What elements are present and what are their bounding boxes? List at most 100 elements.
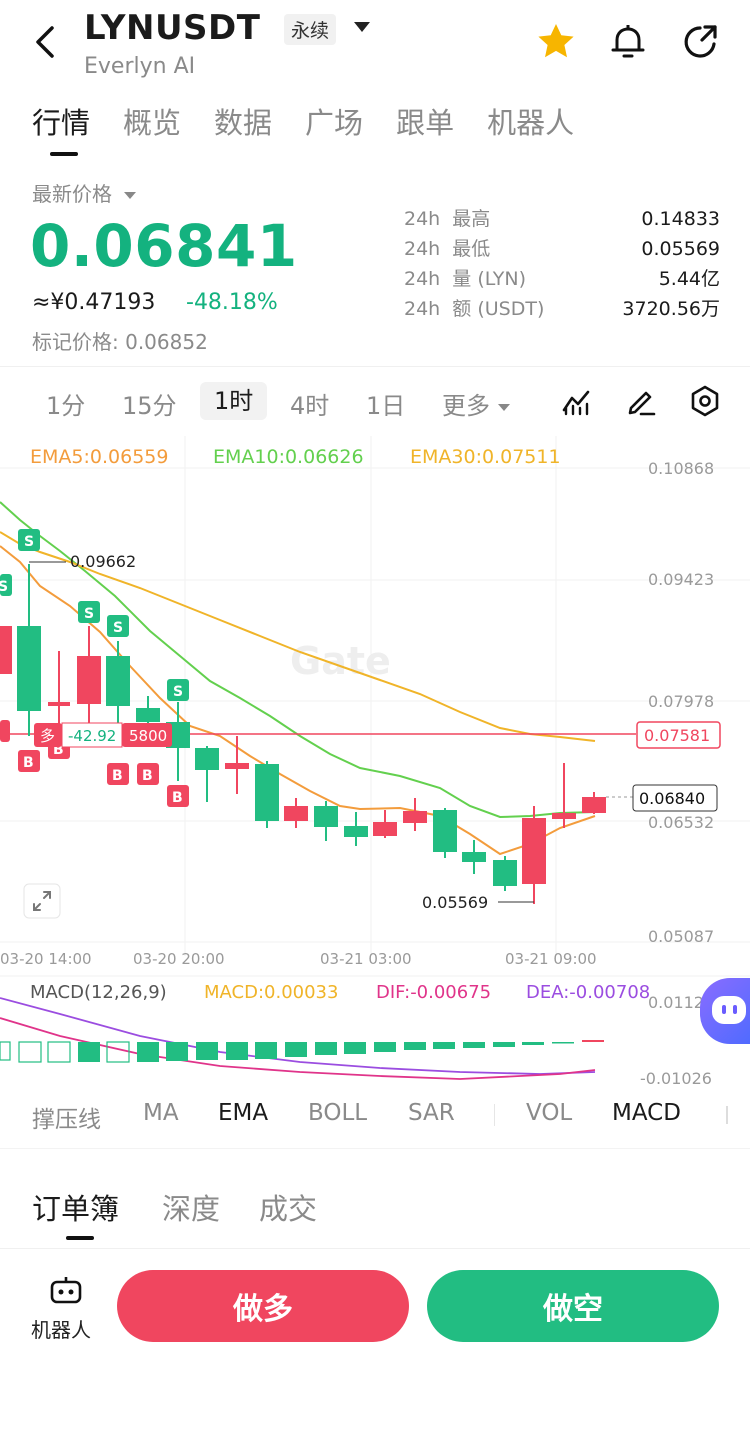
stat-label: 24h 量 (LYN) [404, 268, 527, 290]
settings-icon[interactable] [688, 384, 722, 418]
tab-depth[interactable]: 深度 [162, 1186, 220, 1228]
candle [314, 806, 338, 827]
buy-marker: B [112, 768, 123, 784]
ema5-label: EMA5:0.06559 [30, 446, 168, 468]
tab-trades[interactable]: 成交 [259, 1186, 317, 1228]
current-price: 0.06840 [639, 789, 705, 808]
candle [522, 818, 546, 884]
assistant-chat-button[interactable] [700, 978, 750, 1044]
candle [373, 822, 397, 836]
chevron-down-icon[interactable] [354, 22, 370, 32]
indicator-icon[interactable] [560, 384, 594, 418]
position-qty: 5800 [129, 727, 167, 745]
indicator-sar[interactable]: SAR [408, 1100, 455, 1126]
stat-value: 0.05569 [641, 238, 720, 260]
sell-marker: S [24, 534, 34, 550]
sell-marker: S [0, 579, 8, 595]
macd-histogram [0, 1040, 604, 1063]
buy-marker: B [23, 755, 34, 771]
stat-row: 24h 最高 0.14833 [404, 204, 720, 234]
divider [0, 1148, 750, 1149]
star-icon[interactable] [534, 20, 578, 64]
interval-15m[interactable]: 15分 [122, 386, 177, 421]
interval-1h[interactable]: 1时 [200, 382, 268, 420]
interval-1d[interactable]: 1日 [366, 386, 405, 421]
macd-title: MACD(12,26,9) [30, 982, 167, 1003]
indicator-ma[interactable]: MA [143, 1100, 179, 1126]
price-change: -48.18% [186, 290, 278, 315]
candle [17, 626, 41, 711]
indicator-ema[interactable]: EMA [218, 1100, 268, 1126]
candle [77, 656, 101, 704]
candle [106, 656, 130, 706]
x-axis-label: 03-21 09:00 [505, 950, 597, 968]
position-side: 多 [40, 727, 55, 745]
candle [462, 852, 486, 862]
sell-marker: S [113, 620, 123, 636]
tab-overview[interactable]: 概览 [123, 100, 181, 142]
macd-axis-top: 0.0112 [648, 993, 704, 1012]
macd-axis-bottom: -0.01026 [640, 1069, 712, 1088]
interval-1m[interactable]: 1分 [46, 386, 85, 421]
x-axis-label: 03-20 14:00 [0, 950, 92, 968]
sell-marker: S [84, 606, 94, 622]
indicator-support-resistance[interactable]: 撑压线 [32, 1100, 101, 1134]
candle [284, 806, 308, 821]
divider [0, 366, 750, 367]
tab-bot[interactable]: 机器人 [487, 100, 574, 142]
candle [48, 702, 70, 706]
tab-square[interactable]: 广场 [305, 100, 363, 142]
stat-label: 24h 最高 [404, 208, 491, 230]
stat-value: 0.14833 [641, 208, 720, 230]
draw-pen-icon[interactable] [624, 384, 658, 418]
dea-value: DEA:-0.00708 [526, 982, 650, 1003]
expand-icon[interactable] [23, 883, 61, 919]
stat-label: 24h 最低 [404, 238, 491, 260]
tab-order-book[interactable]: 订单簿 [32, 1186, 119, 1228]
stat-row: 24h 额 (USDT) 3720.56万 [404, 294, 720, 324]
long-button[interactable]: 做多 [117, 1270, 409, 1342]
buy-marker: B [142, 768, 153, 784]
24h-stats: 24h 最高 0.14833 24h 最低 0.05569 24h 量 (LYN) 5… [404, 204, 720, 324]
buy-marker: B [172, 790, 183, 806]
y-axis-label: 0.06532 [648, 813, 714, 832]
tab-copy-trade[interactable]: 跟单 [396, 100, 454, 142]
indicator-boll[interactable]: BOLL [308, 1100, 367, 1126]
short-button[interactable]: 做空 [427, 1270, 719, 1342]
indicator-more-hint [726, 1106, 728, 1124]
candle [195, 748, 219, 770]
last-price: 0.06841 [30, 212, 298, 280]
indicator-macd[interactable]: MACD [612, 1100, 681, 1126]
latest-price-label[interactable]: 最新价格 [32, 178, 137, 207]
y-axis-label: 0.10868 [648, 459, 714, 478]
robot-label[interactable]: 机器人 [31, 1314, 91, 1343]
sell-marker: S [173, 684, 183, 700]
candlestick-chart[interactable]: Gate EMA5:0.06559 EMA10:0.06626 EMA30:0.… [0, 436, 750, 1096]
stat-value: 5.44亿 [658, 268, 720, 290]
position-tag[interactable]: 多 -42.92 5800 [34, 722, 172, 748]
candle [582, 797, 606, 813]
share-icon[interactable] [678, 20, 722, 64]
robot-icon[interactable] [46, 1276, 86, 1306]
pair-title[interactable]: LYNUSDT [84, 8, 260, 48]
cny-price: ≈¥0.47193 [32, 290, 156, 315]
active-tab-indicator [50, 152, 78, 156]
tab-data[interactable]: 数据 [214, 100, 272, 142]
contract-type-badge[interactable]: 永续 [284, 14, 337, 45]
candle [225, 763, 249, 769]
y-axis-label: 0.07978 [648, 692, 714, 711]
candle [255, 764, 279, 821]
interval-more[interactable]: 更多 [442, 386, 510, 421]
ema10-label: EMA10:0.06626 [213, 446, 364, 468]
candle [136, 708, 160, 722]
interval-4h[interactable]: 4时 [290, 386, 329, 421]
candle [344, 826, 368, 837]
indicator-vol[interactable]: VOL [526, 1100, 572, 1126]
bell-icon[interactable] [606, 20, 650, 64]
indicator-divider [494, 1104, 495, 1126]
back-arrow-icon[interactable] [28, 22, 68, 62]
tab-market[interactable]: 行情 [32, 100, 90, 142]
x-axis-label: 03-21 03:00 [320, 950, 412, 968]
candle [552, 813, 576, 819]
candle [0, 626, 12, 674]
